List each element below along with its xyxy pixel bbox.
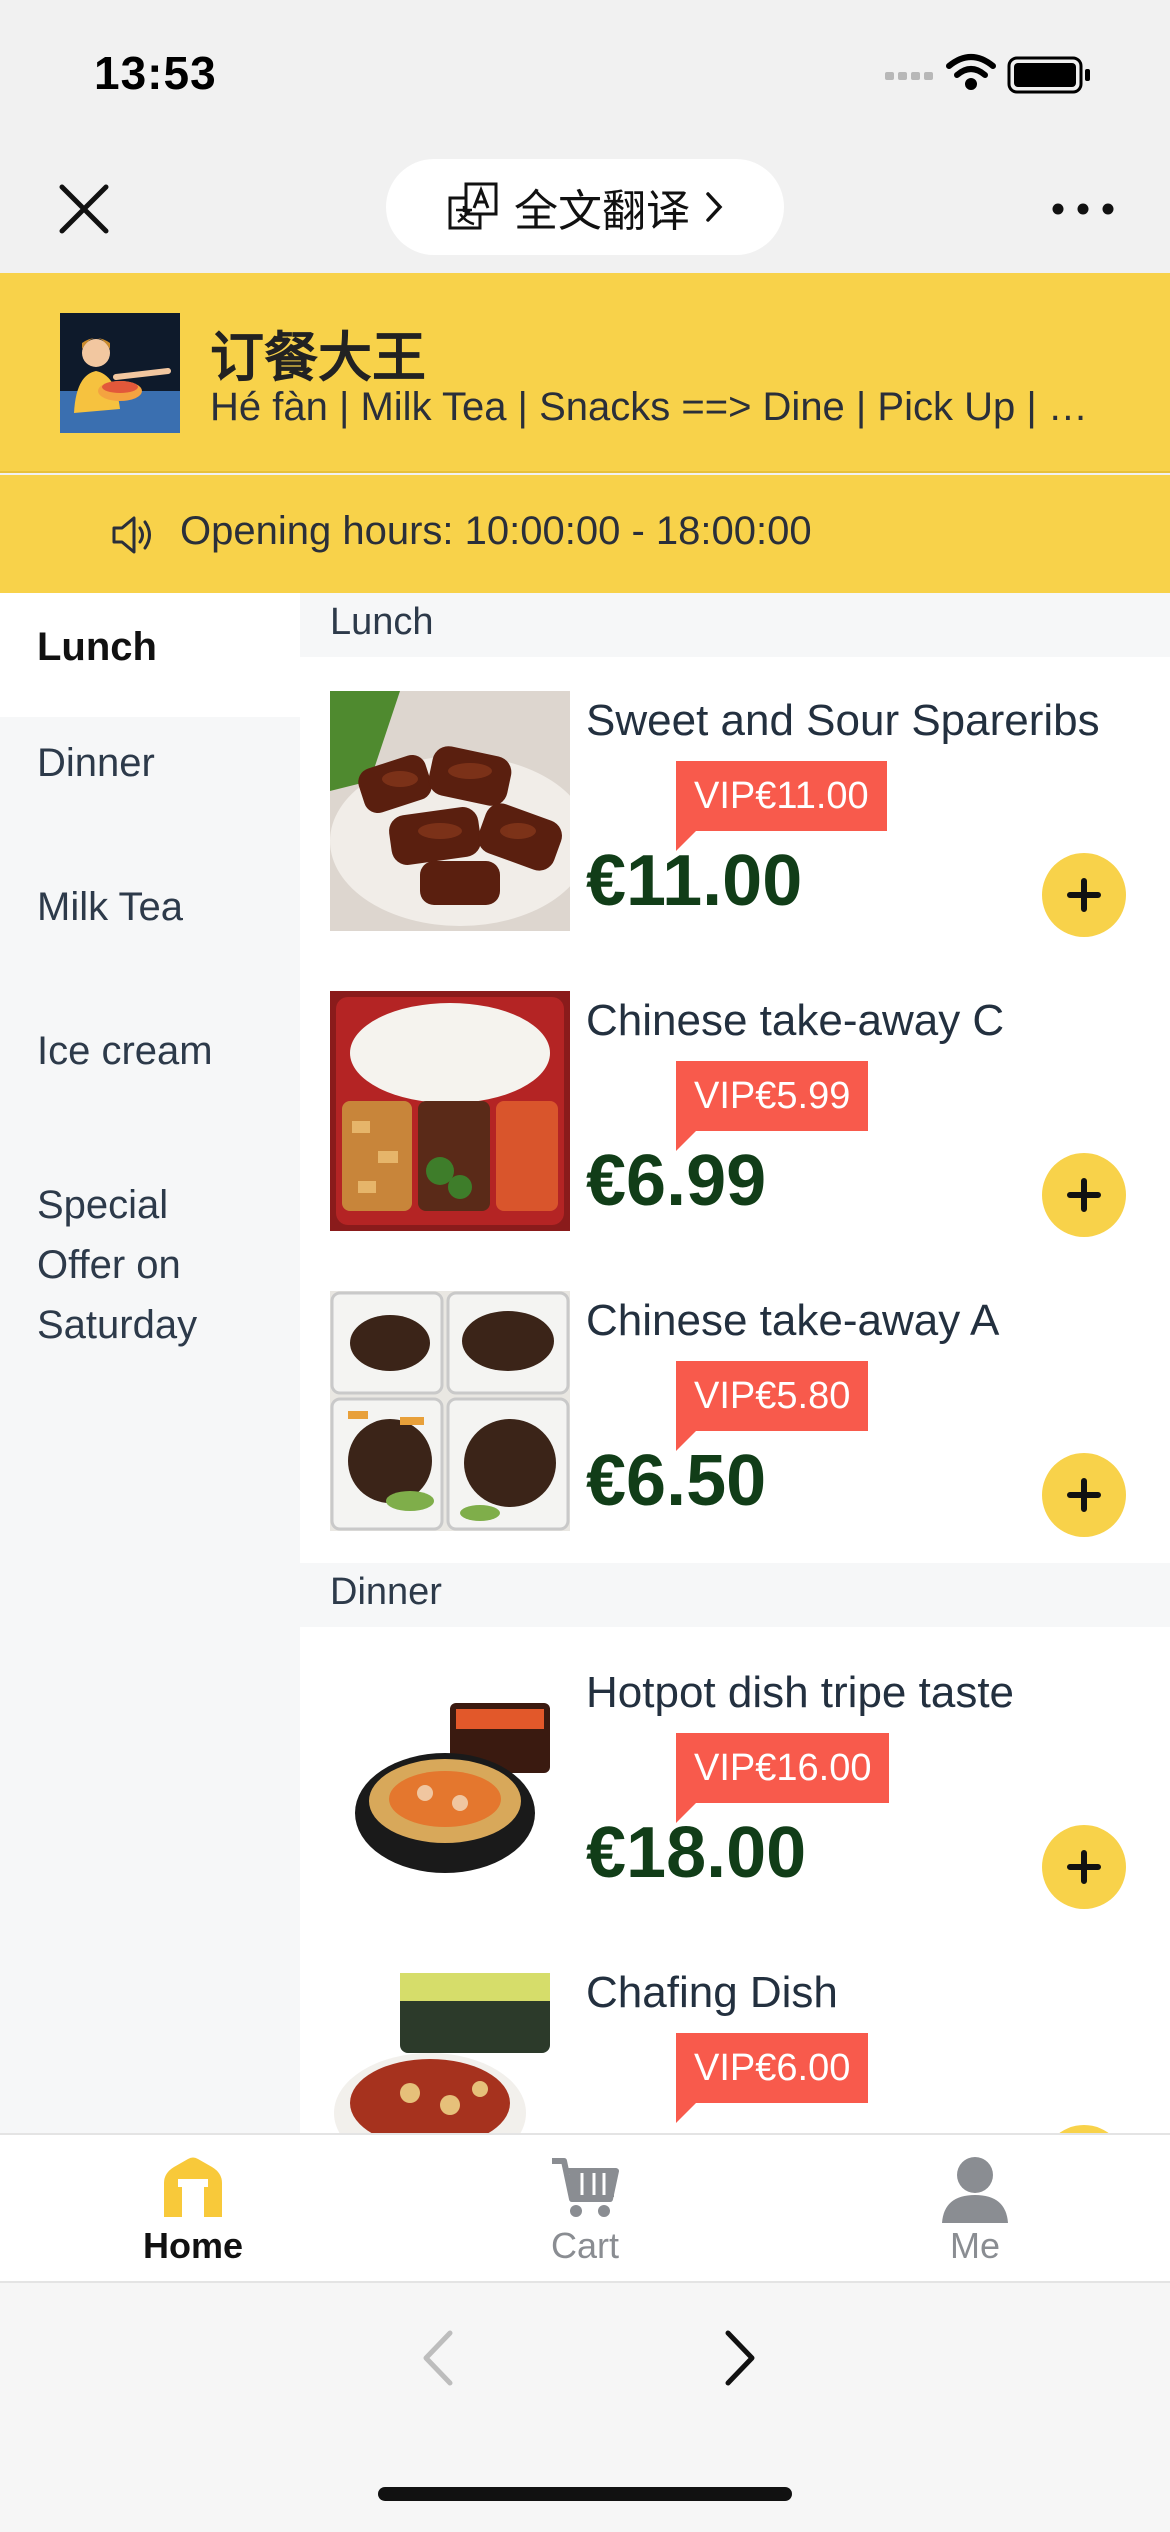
- item-name: Chafing Dish: [586, 1968, 838, 2017]
- back-arrow-icon[interactable]: [410, 2323, 470, 2393]
- tab-label: Cart: [550, 2225, 619, 2266]
- person-icon: [942, 2157, 1008, 2223]
- menu-item[interactable]: Chinese take-away A VIP€5.80 €6.50: [300, 1291, 1170, 1591]
- category-dinner[interactable]: Dinner: [0, 733, 300, 793]
- category-label: Milk Tea: [37, 885, 183, 929]
- speaker-icon: [112, 516, 151, 554]
- item-price: €6.99: [586, 1141, 767, 1221]
- item-image: [330, 691, 570, 931]
- menu-item[interactable]: Sweet and Sour Spareribs VIP€11.00 €11.0…: [300, 691, 1170, 991]
- section-header-dinner: Dinner: [300, 1563, 1170, 1627]
- category-ice-cream[interactable]: Ice cream: [0, 1021, 300, 1081]
- plus-icon: [1067, 1178, 1101, 1212]
- item-image: [330, 1291, 570, 1531]
- translate-label: 全文翻译: [514, 186, 690, 237]
- vip-price-badge: VIP€16.00: [676, 1733, 890, 1823]
- wifi-icon: [946, 54, 996, 90]
- more-icon[interactable]: [1048, 189, 1118, 229]
- item-image: [330, 991, 570, 1231]
- category-label: Special Offer on Saturday: [37, 1183, 198, 1347]
- tab-label: Me: [949, 2225, 1000, 2266]
- item-name: Chinese take-away A: [586, 1296, 1000, 1345]
- add-to-cart-button[interactable]: [1042, 1453, 1126, 1537]
- plus-icon: [1067, 1850, 1101, 1884]
- signal-icon: [885, 72, 933, 80]
- status-time: 13:53: [94, 47, 217, 99]
- opening-hours-bar: Opening hours: 10:00:00 - 18:00:00: [0, 475, 1170, 593]
- tab-home[interactable]: Home: [43, 2145, 343, 2275]
- item-name: Sweet and Sour Spareribs: [586, 696, 1100, 745]
- category-label: Ice cream: [37, 1029, 213, 1073]
- home-indicator: [378, 2487, 792, 2501]
- category-special-offer[interactable]: Special Offer on Saturday: [0, 1175, 230, 1355]
- battery-icon: [1007, 56, 1090, 94]
- chevron-right-icon: [706, 192, 723, 222]
- section-header-lunch: Lunch: [300, 593, 1170, 657]
- item-image: [330, 1963, 570, 2133]
- item-name: Hotpot dish tripe taste: [586, 1668, 1015, 1717]
- vip-price-badge: VIP€6.00: [676, 2033, 869, 2123]
- plus-icon: [1067, 878, 1101, 912]
- translate-button[interactable]: 全文翻译: [386, 159, 784, 255]
- plus-icon: [1067, 1478, 1101, 1512]
- menu-item[interactable]: Chinese take-away C VIP€5.99 €6.99: [300, 991, 1170, 1291]
- category-sidebar: Lunch Dinner Milk Tea Ice cream Special …: [0, 593, 300, 2133]
- browser-toolbar: [0, 2283, 1170, 2532]
- item-image: [330, 1663, 570, 1903]
- forward-arrow-icon[interactable]: [708, 2323, 768, 2393]
- add-to-cart-button[interactable]: [1042, 1825, 1126, 1909]
- close-icon[interactable]: [52, 177, 116, 241]
- cart-icon: [552, 2158, 619, 2217]
- item-price: €6.50: [586, 1441, 767, 1521]
- store-logo: [60, 313, 180, 433]
- category-milk-tea[interactable]: Milk Tea: [0, 877, 300, 937]
- browser-nav-bar: 全文翻译: [0, 145, 1170, 273]
- category-label: Lunch: [37, 625, 157, 669]
- add-to-cart-button[interactable]: [1042, 853, 1126, 937]
- vip-price-badge: VIP€5.99: [676, 1061, 869, 1151]
- add-to-cart-button[interactable]: [1042, 2125, 1126, 2133]
- item-name: Chinese take-away C: [586, 996, 1005, 1045]
- vip-price-badge: VIP€5.80: [676, 1361, 869, 1451]
- menu-item[interactable]: Chafing Dish VIP€6.00: [300, 1963, 1170, 2133]
- tab-cart[interactable]: Cart: [435, 2145, 735, 2275]
- menu-item[interactable]: Hotpot dish tripe taste VIP€16.00 €18.00: [300, 1663, 1170, 1963]
- category-label: Dinner: [37, 741, 155, 785]
- status-icons: [885, 54, 1090, 94]
- menu-list[interactable]: Lunch Sweet and Sour Spareribs VIP€11.00…: [300, 593, 1170, 2133]
- vip-price-badge: VIP€11.00: [676, 761, 887, 851]
- tab-label: Home: [142, 2225, 244, 2266]
- translate-icon: [448, 182, 498, 230]
- add-to-cart-button[interactable]: [1042, 1153, 1126, 1237]
- item-price: €11.00: [586, 841, 803, 921]
- opening-hours-text: Opening hours: 10:00:00 - 18:00:00: [180, 509, 812, 553]
- item-price: €18.00: [586, 1813, 807, 1893]
- tab-me[interactable]: Me: [825, 2145, 1125, 2275]
- home-icon: [164, 2157, 222, 2217]
- store-description: Hé fàn | Milk Tea | Snacks ==> Dine | Pi…: [210, 385, 1110, 429]
- category-lunch[interactable]: Lunch: [0, 593, 300, 717]
- status-bar: 13:53: [0, 0, 1170, 145]
- tab-bar: Home Cart Me: [0, 2133, 1170, 2283]
- store-header: 订餐大王 Hé fàn | Milk Tea | Snacks ==> Dine…: [0, 273, 1170, 473]
- store-name: 订餐大王: [210, 326, 426, 389]
